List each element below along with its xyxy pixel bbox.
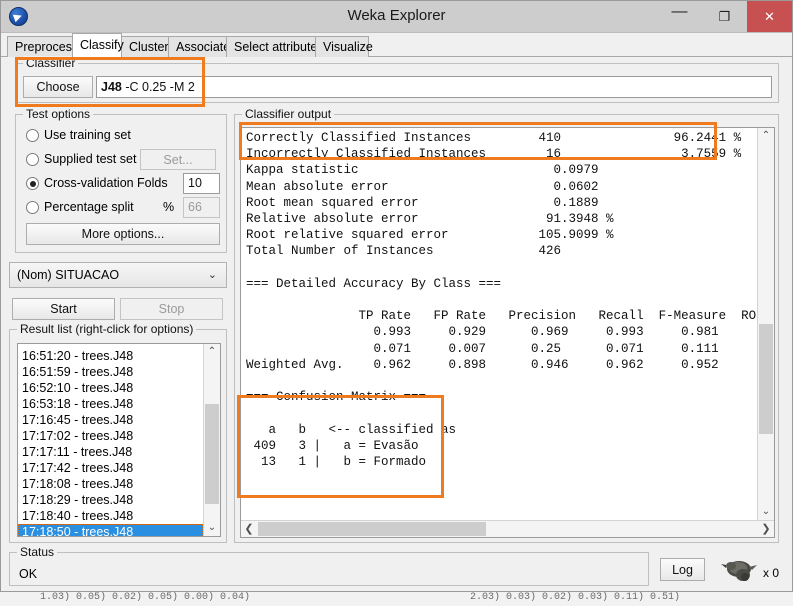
scroll-up-icon[interactable]: ⌃ (758, 128, 774, 144)
background-text-left: 1.03) 0.05) 0.02) 0.05) 0.00) 0.04) (40, 592, 251, 603)
list-item[interactable]: 17:17:42 - trees.J48 (18, 460, 203, 476)
bird-svg (721, 561, 757, 581)
tab-classify[interactable]: Classify (72, 33, 124, 57)
log-button[interactable]: Log (660, 558, 705, 581)
status-text: OK (19, 567, 38, 581)
status-group-label: Status (17, 545, 58, 559)
close-icon: ✕ (764, 9, 775, 24)
radio-cross-validation-indicator (26, 177, 39, 190)
scroll-up-icon[interactable]: ⌃ (204, 344, 220, 360)
class-attribute-select[interactable]: (Nom) SITUACAO ⌄ (9, 262, 227, 288)
weka-explorer-window: Weka Explorer — ❐ ✕ Preprocess Classify … (0, 0, 793, 592)
output-vertical-scrollbar[interactable]: ⌃ ⌄ (757, 128, 774, 520)
weka-bird-animation-icon (719, 557, 761, 583)
percentage-split-input[interactable]: 66 (183, 197, 220, 218)
output-vscroll-thumb[interactable] (759, 324, 773, 434)
test-options-group-label: Test options (23, 107, 94, 121)
tab-bar: Preprocess Classify Cluster Associate Se… (1, 33, 792, 57)
list-item[interactable]: 17:18:29 - trees.J48 (18, 492, 203, 508)
radio-use-training-set-indicator (26, 129, 39, 142)
list-item[interactable]: 17:16:45 - trees.J48 (18, 412, 203, 428)
list-item[interactable]: 17:18:40 - trees.J48 (18, 508, 203, 524)
chevron-down-icon: ⌄ (207, 269, 217, 281)
scroll-down-icon[interactable]: ⌄ (758, 504, 774, 520)
list-item[interactable]: 17:17:02 - trees.J48 (18, 428, 203, 444)
status-group: Status OK (9, 545, 649, 586)
scroll-left-icon[interactable]: ❮ (241, 521, 257, 537)
list-item[interactable]: 17:18:08 - trees.J48 (18, 476, 203, 492)
classifier-name: J48 (101, 80, 122, 94)
result-list-group: Result list (right-click for options) 16… (9, 322, 227, 543)
classifier-output-group: Classifier output Correctly Classified I… (234, 107, 779, 543)
classifier-output-text: Correctly Classified Instances 410 96.24… (246, 131, 756, 470)
minimize-button[interactable]: — (657, 1, 702, 32)
set-test-set-button[interactable]: Set... (140, 149, 216, 170)
scroll-down-icon[interactable]: ⌄ (204, 520, 220, 536)
percent-label: % (163, 200, 175, 214)
list-item[interactable]: 16:53:18 - trees.J48 (18, 396, 203, 412)
list-item[interactable]: 16:51:20 - trees.J48 (18, 348, 203, 364)
choose-classifier-button[interactable]: Choose (23, 76, 93, 98)
list-item[interactable]: 17:17:11 - trees.J48 (18, 444, 203, 460)
close-button[interactable]: ✕ (747, 1, 792, 32)
radio-percentage-split-indicator (26, 201, 39, 214)
radio-cross-validation-label: Cross-validation (44, 176, 134, 190)
folds-input[interactable]: 10 (183, 173, 220, 194)
more-options-button[interactable]: More options... (26, 223, 220, 245)
minimize-icon: — (671, 3, 688, 20)
background-window-strip: 1.03) 0.05) 0.02) 0.05) 0.00) 0.04) 2.03… (0, 590, 793, 606)
classifier-output-box[interactable]: Correctly Classified Instances 410 96.24… (240, 127, 775, 538)
stop-button[interactable]: Stop (120, 298, 223, 320)
output-hscroll-thumb[interactable] (258, 522, 486, 536)
start-button[interactable]: Start (12, 298, 115, 320)
result-list-items: 16:50:42 - trees.J48 16:51:20 - trees.J4… (18, 344, 203, 536)
classifier-output-group-label: Classifier output (242, 107, 335, 121)
class-attribute-value: (Nom) SITUACAO (17, 268, 120, 282)
radio-supplied-test-set-indicator (26, 153, 39, 166)
title-bar: Weka Explorer — ❐ ✕ (1, 1, 792, 33)
tab-associate[interactable]: Associate (168, 36, 230, 57)
maximize-icon: ❐ (718, 9, 731, 24)
tab-select-attributes[interactable]: Select attributes (226, 36, 324, 57)
list-item[interactable]: 16:51:59 - trees.J48 (18, 364, 203, 380)
test-options-group: Test options Use training set Supplied t… (15, 107, 227, 253)
radio-supplied-test-set-label: Supplied test set (44, 152, 137, 166)
folds-label: Folds (137, 176, 168, 190)
list-item[interactable]: 16:52:10 - trees.J48 (18, 380, 203, 396)
radio-use-training-set-label: Use training set (44, 128, 131, 142)
bird-count-label: x 0 (763, 566, 780, 580)
output-horizontal-scrollbar[interactable]: ❮ ❯ (241, 520, 774, 537)
tab-cluster[interactable]: Cluster (121, 36, 169, 57)
radio-percentage-split-label: Percentage split (44, 200, 134, 214)
result-list-group-label: Result list (right-click for options) (17, 322, 197, 336)
background-text-right: 2.03) 0.03) 0.02) 0.03) 0.11) 0.51) (470, 592, 681, 603)
classifier-option-string: -C 0.25 -M 2 (121, 80, 195, 94)
maximize-button[interactable]: ❐ (702, 1, 747, 32)
result-list-scroll-thumb[interactable] (205, 404, 219, 504)
classifier-group: Classifier Choose J48 -C 0.25 -M 2 (15, 56, 779, 103)
tab-preprocess[interactable]: Preprocess (7, 36, 78, 57)
result-list-scrollbar[interactable]: ⌃ ⌄ (203, 344, 220, 536)
result-list-box[interactable]: 16:50:42 - trees.J48 16:51:20 - trees.J4… (17, 343, 221, 537)
classifier-group-label: Classifier (23, 56, 79, 70)
list-item-selected[interactable]: 17:18:50 - trees.J48 (18, 524, 203, 536)
classifier-options-field[interactable]: J48 -C 0.25 -M 2 (96, 76, 772, 98)
tab-visualize[interactable]: Visualize (315, 36, 373, 57)
scroll-right-icon[interactable]: ❯ (758, 521, 774, 537)
